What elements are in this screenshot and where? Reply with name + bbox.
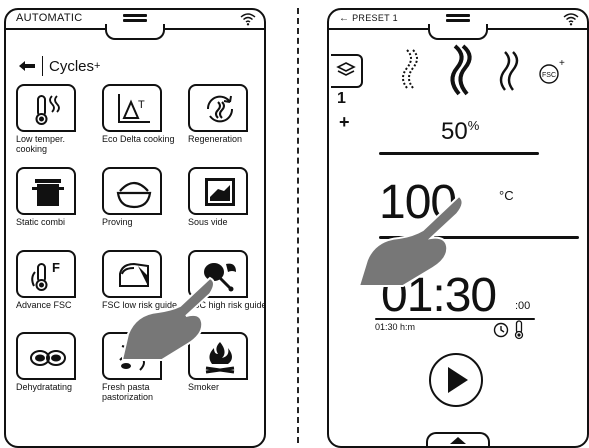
pointing-hand-icon [122,276,215,361]
page-title: Cycles + [18,56,100,76]
fan-speed-2-icon[interactable] [450,44,472,96]
layers-icon [336,62,356,76]
fan-speed-selector[interactable]: FSC + [397,44,577,100]
layers-button[interactable] [331,54,363,88]
bottom-drawer-tab[interactable] [426,432,490,446]
cycle-button[interactable] [16,84,76,132]
cycle-button[interactable] [188,84,248,132]
fsc-badge-text: FSC [542,72,556,79]
cycle-button[interactable] [188,167,248,215]
vacuum-bag-icon [205,178,235,206]
cycle-label: Sous vide [188,217,228,227]
cycle-button[interactable] [16,332,76,380]
humidity-unit: % [467,118,480,133]
cycle-label: Low temper. cooking [16,134,66,154]
fan-speed-3-icon[interactable] [499,51,519,91]
screen-divider [297,8,299,443]
cycle-label: Dehydratating [16,382,73,392]
timer-seconds: :00 [515,300,531,312]
probe-icon[interactable] [513,320,525,340]
menu-tab[interactable] [428,24,488,40]
side-tab-plus[interactable]: + [339,112,350,133]
cycles-screen: AUTOMATIC Cycles + Low temper. cooking T … [4,8,266,448]
preset-screen: ← PRESET 1 1 + FSC + 50% 100 °C 01:30:0… [327,8,589,448]
svg-text:+: + [559,58,565,69]
cycle-tile-regeneration[interactable]: Regeneration [188,84,264,172]
preset-label: ← PRESET 1 [339,13,398,24]
wifi-icon [563,13,579,26]
fsc-badge-icon[interactable]: FSC + [539,58,565,84]
pointing-hand-icon [357,194,464,287]
cycle-label: Advance FSC [16,300,72,310]
side-tab-number: 1 [337,90,346,107]
probe-f-icon: F [31,260,60,291]
cycle-tile-proving[interactable]: Proving [102,167,184,255]
cycle-tile-eco-delta[interactable]: T Eco Delta cooking [102,84,184,172]
regeneration-icon [206,95,234,123]
wifi-icon [240,13,256,26]
drying-icon [30,350,66,366]
cycle-button[interactable] [102,167,162,215]
humidity-underline [379,152,539,155]
start-button[interactable] [429,353,483,407]
low-temperature-icon [35,95,60,125]
mode-label: AUTOMATIC [16,12,83,24]
cycle-button[interactable]: T [102,84,162,132]
back-arrow-icon[interactable] [18,60,36,72]
back-arrow-icon[interactable]: ← [339,13,349,24]
cycle-label: Smoker [188,382,220,392]
cycle-label: Static combi [16,217,66,227]
cycle-tile-advance-fsc[interactable]: F Advance FSC [16,250,98,338]
timer-label: 01:30 h:m [375,322,416,332]
humidity-display[interactable]: 50% [441,118,479,146]
cycle-label: Eco Delta cooking [102,134,175,144]
humidity-value: 50 [441,118,468,145]
svg-text:F: F [52,260,60,275]
cycle-button[interactable]: F [16,250,76,298]
cycle-tile-static-combi[interactable]: Static combi [16,167,98,255]
cycle-tile-dehydratating[interactable]: Dehydratating [16,332,98,420]
fan-speed-1-icon[interactable] [402,49,418,89]
cycle-label: Fresh pasta pastorization [102,382,154,402]
timer-underline [375,318,535,320]
cycle-button[interactable] [16,167,76,215]
clock-icon[interactable] [493,322,509,338]
side-tab: 1 + [331,54,365,144]
pot-icon [32,179,64,206]
temperature-unit: °C [499,188,514,203]
cycle-label: Regeneration [188,134,243,144]
cycles-title-plus: + [94,60,101,72]
delta-t-icon: T [118,94,150,123]
dough-bowl-icon [116,181,152,209]
cycles-title-text: Cycles [49,57,95,75]
menu-tab[interactable] [105,24,165,40]
svg-text:T: T [138,99,145,111]
cycle-tile-sous-vide[interactable]: Sous vide [188,167,264,255]
cycle-label: Proving [102,217,133,227]
cycle-tile-low-temp[interactable]: Low temper. cooking [16,84,98,172]
